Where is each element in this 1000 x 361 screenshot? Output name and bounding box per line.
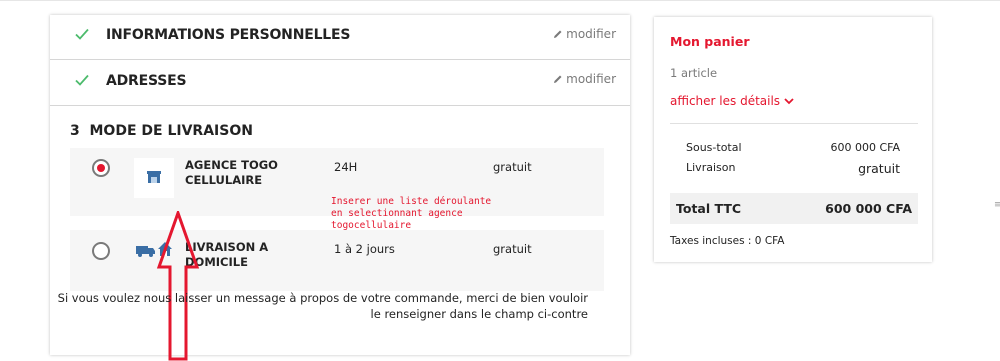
order-message-prompt: Si vous voulez nous laisser un message à… bbox=[57, 291, 588, 321]
annotation-arrow-icon bbox=[156, 211, 200, 361]
carrier-delay: 1 à 2 jours bbox=[334, 242, 395, 256]
edit-label: modifier bbox=[566, 27, 616, 41]
subtotal-row: Sous-total 600 000 CFA bbox=[686, 141, 900, 154]
total-row: Total TTC 600 000 CFA bbox=[670, 193, 918, 224]
current-step-title: 3 MODE DE LIVRAISON bbox=[70, 123, 253, 139]
carrier-name: LIVRAISON A DOMICILE bbox=[185, 240, 269, 269]
annotation-text: Inserer une liste déroulante en selectio… bbox=[331, 196, 492, 231]
checkmark-icon bbox=[75, 74, 89, 86]
step-title: ADRESSES bbox=[106, 73, 187, 89]
edit-addresses-link[interactable]: modifier bbox=[553, 72, 616, 86]
subtotal-value: 600 000 CFA bbox=[830, 141, 900, 154]
pencil-icon bbox=[554, 75, 562, 83]
shipping-row: Livraison gratuit bbox=[686, 161, 900, 176]
total-label: Total TTC bbox=[676, 201, 742, 216]
store-icon bbox=[134, 158, 174, 198]
step-addresses[interactable]: ADRESSES modifier bbox=[50, 60, 630, 106]
step-title: INFORMATIONS PERSONNELLES bbox=[106, 27, 351, 43]
cart-summary: Mon panier 1 article afficher les détail… bbox=[654, 17, 932, 262]
radio-button-selected[interactable] bbox=[92, 159, 110, 177]
taxes-note: Taxes incluses : 0 CFA bbox=[670, 235, 785, 247]
radio-button[interactable] bbox=[92, 242, 110, 260]
top-border bbox=[0, 0, 1000, 1]
subtotal-label: Sous-total bbox=[686, 141, 742, 154]
step-number: 3 bbox=[70, 123, 80, 139]
carrier-price: gratuit bbox=[493, 242, 532, 256]
delivery-option-home[interactable]: LIVRAISON A DOMICILE 1 à 2 jours gratuit bbox=[70, 230, 604, 291]
cart-title: Mon panier bbox=[670, 34, 750, 49]
edit-label: modifier bbox=[566, 72, 616, 86]
chevron-down-icon bbox=[784, 98, 794, 105]
divider bbox=[670, 123, 918, 124]
checkmark-icon bbox=[75, 28, 89, 40]
total-value: 600 000 CFA bbox=[825, 201, 912, 216]
pencil-icon bbox=[554, 30, 562, 38]
carrier-delay: 24H bbox=[334, 160, 358, 174]
step-title: MODE DE LIVRAISON bbox=[89, 123, 253, 139]
shipping-value: gratuit bbox=[858, 161, 900, 176]
show-details-link[interactable]: afficher les détails bbox=[670, 94, 794, 108]
carrier-name: AGENCE TOGO CELLULAIRE bbox=[185, 158, 278, 187]
step-personal-info[interactable]: INFORMATIONS PERSONNELLES modifier bbox=[50, 15, 630, 60]
scroll-edge-marker: ≡ bbox=[994, 200, 1000, 210]
edit-personal-info-link[interactable]: modifier bbox=[553, 27, 616, 41]
shipping-label: Livraison bbox=[686, 161, 736, 174]
show-details-label: afficher les détails bbox=[670, 94, 781, 108]
cart-item-count: 1 article bbox=[670, 66, 718, 80]
carrier-price: gratuit bbox=[493, 160, 532, 174]
